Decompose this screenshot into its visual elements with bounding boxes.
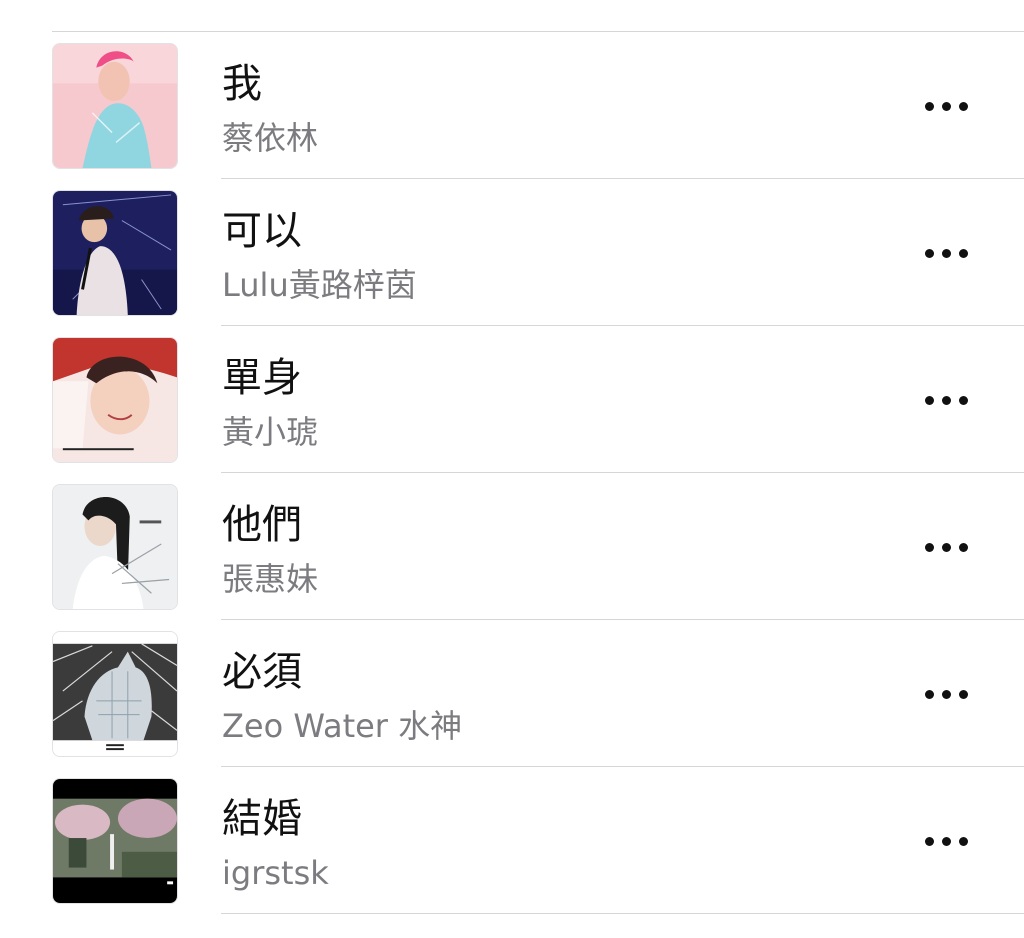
song-row-4[interactable]: 他們 張惠妹 xyxy=(0,473,1024,620)
more-horizontal-icon xyxy=(958,836,968,846)
more-horizontal-icon xyxy=(924,248,934,258)
more-horizontal-icon xyxy=(958,248,968,258)
more-horizontal-icon xyxy=(958,542,968,552)
more-horizontal-icon xyxy=(941,689,951,699)
more-options-button[interactable] xyxy=(918,531,974,563)
album-art[interactable] xyxy=(52,190,178,316)
album-art[interactable] xyxy=(52,43,178,169)
more-horizontal-icon xyxy=(941,248,951,258)
song-row-2[interactable]: 可以 Lulu黃路梓茵 xyxy=(0,179,1024,326)
more-options-button[interactable] xyxy=(918,237,974,269)
more-options-button[interactable] xyxy=(918,825,974,857)
song-row-6[interactable]: 結婚 igrstsk xyxy=(0,767,1024,914)
more-horizontal-icon xyxy=(958,689,968,699)
more-horizontal-icon xyxy=(924,689,934,699)
more-horizontal-icon xyxy=(958,101,968,111)
more-options-button[interactable] xyxy=(918,90,974,122)
song-artist: igrstsk xyxy=(222,854,329,892)
song-title: 我 xyxy=(222,61,262,107)
more-options-button[interactable] xyxy=(918,384,974,416)
song-row-5[interactable]: 必須 Zeo Water 水神 xyxy=(0,620,1024,767)
song-list: 我 蔡依林 可以 Lulu黃路梓茵 單身 黃小琥 他們 張惠妹 必須 Zeo W… xyxy=(0,32,1024,914)
more-horizontal-icon xyxy=(941,395,951,405)
song-title: 他們 xyxy=(222,502,302,548)
more-horizontal-icon xyxy=(941,542,951,552)
album-art[interactable] xyxy=(52,631,178,757)
album-art[interactable] xyxy=(52,337,178,463)
song-artist: 黃小琥 xyxy=(222,413,319,451)
more-horizontal-icon xyxy=(941,101,951,111)
song-title: 必須 xyxy=(222,649,302,695)
song-title: 可以 xyxy=(222,208,302,254)
album-art[interactable] xyxy=(52,484,178,610)
album-art[interactable] xyxy=(52,778,178,904)
more-options-button[interactable] xyxy=(918,678,974,710)
song-title: 單身 xyxy=(222,355,302,401)
more-horizontal-icon xyxy=(958,395,968,405)
more-horizontal-icon xyxy=(941,836,951,846)
song-artist: 張惠妹 xyxy=(222,560,319,598)
song-row-3[interactable]: 單身 黃小琥 xyxy=(0,326,1024,473)
more-horizontal-icon xyxy=(924,101,934,111)
song-artist: Lulu黃路梓茵 xyxy=(222,266,417,304)
song-row-1[interactable]: 我 蔡依林 xyxy=(0,32,1024,179)
more-horizontal-icon xyxy=(924,395,934,405)
song-title: 結婚 xyxy=(222,796,302,842)
more-horizontal-icon xyxy=(924,542,934,552)
song-artist: 蔡依林 xyxy=(222,119,319,157)
more-horizontal-icon xyxy=(924,836,934,846)
song-artist: Zeo Water 水神 xyxy=(222,707,463,745)
